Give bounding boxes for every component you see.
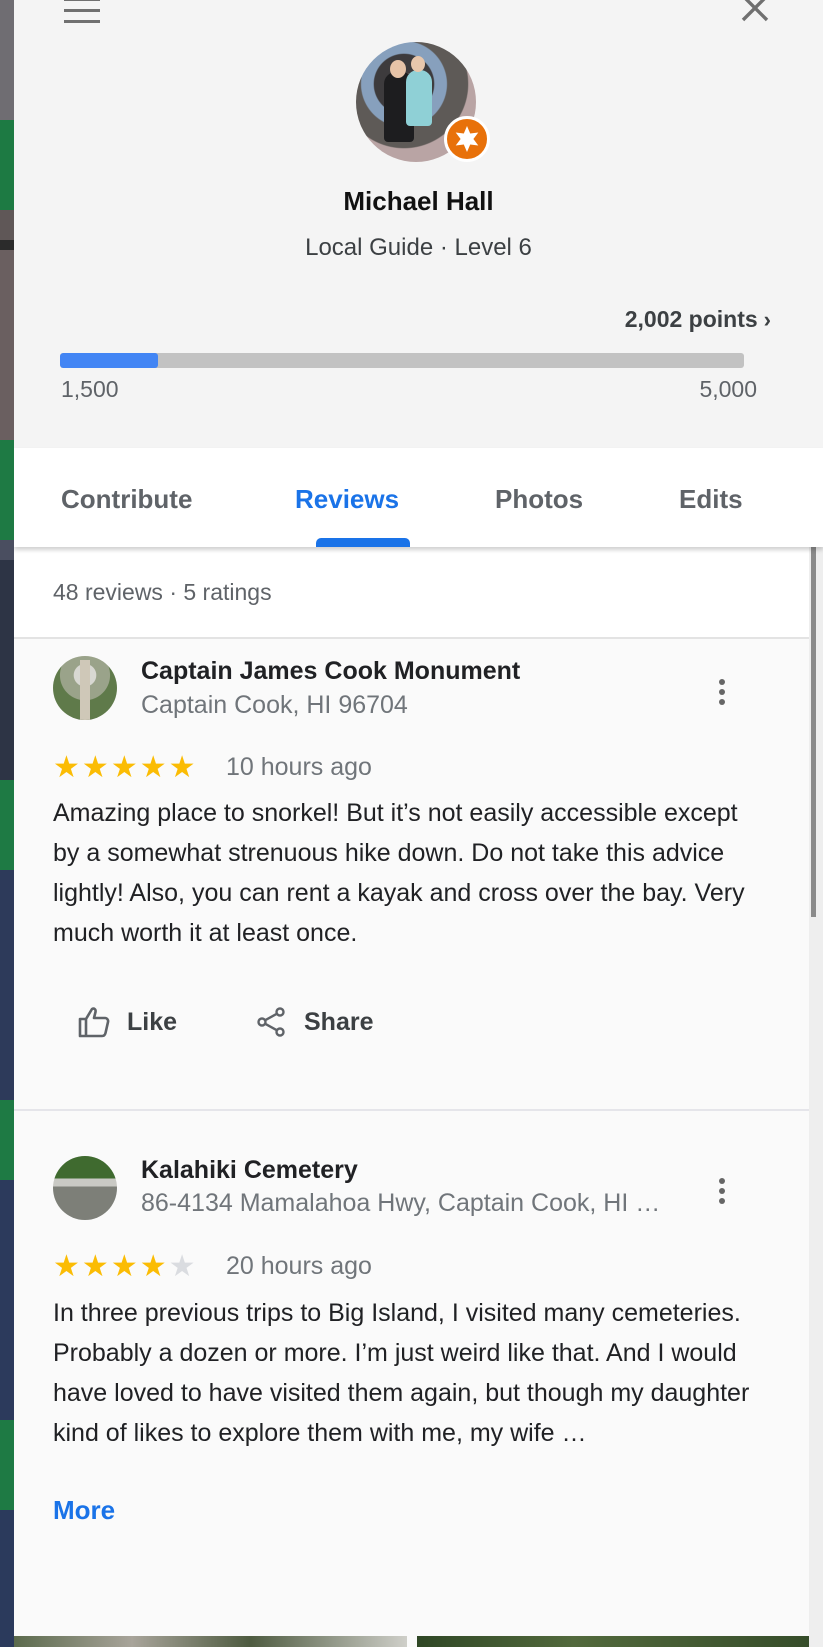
- star-filled-icon: ★: [81, 751, 109, 784]
- close-icon: [741, 0, 769, 22]
- review-item: Captain James Cook Monument Captain Cook…: [14, 641, 809, 1111]
- share-label: Share: [304, 1007, 374, 1036]
- reviews-count: 48 reviews · 5 ratings: [53, 579, 272, 605]
- more-vert-icon: [719, 1178, 725, 1184]
- menu-button[interactable]: [64, 0, 100, 24]
- more-link[interactable]: More: [53, 1495, 115, 1526]
- place-name[interactable]: Kalahiki Cemetery: [141, 1156, 358, 1185]
- tab-edits[interactable]: Edits: [679, 484, 743, 515]
- more-vert-icon: [719, 679, 725, 685]
- tab-photos[interactable]: Photos: [495, 484, 583, 515]
- points-link[interactable]: 2,002 points ›: [625, 306, 771, 333]
- review-time: 10 hours ago: [226, 753, 372, 781]
- review-photo[interactable]: [417, 1636, 809, 1647]
- place-address: 86-4134 Mamalahoa Hwy, Captain Cook, HI …: [141, 1189, 661, 1217]
- review-item: Kalahiki Cemetery 86-4134 Mamalahoa Hwy,…: [14, 1111, 809, 1647]
- profile-tabs: Contribute Reviews Photos Edits: [14, 448, 823, 547]
- progress-max-label: 5,000: [699, 376, 757, 402]
- star-rating: ★ ★ ★ ★ ★: [53, 1252, 196, 1282]
- chevron-right-icon: ›: [763, 307, 771, 332]
- review-photos: [14, 1636, 809, 1647]
- scrollbar[interactable]: [809, 547, 823, 1647]
- local-guide-level: Local Guide · Level 6: [305, 234, 532, 261]
- active-tab-indicator: [316, 538, 410, 547]
- star-filled-icon: ★: [139, 1250, 167, 1283]
- scrollbar-thumb[interactable]: [811, 547, 816, 917]
- points-progress-bar: [60, 353, 744, 368]
- more-options-button[interactable]: [710, 1176, 734, 1212]
- background-map-edge: [0, 0, 14, 1647]
- place-thumbnail[interactable]: [53, 1156, 117, 1220]
- review-photo[interactable]: [14, 1636, 407, 1647]
- more-options-button[interactable]: [710, 677, 734, 713]
- close-button[interactable]: [739, 0, 771, 24]
- place-name[interactable]: Captain James Cook Monument: [141, 657, 520, 686]
- tab-reviews[interactable]: Reviews: [295, 484, 399, 515]
- share-icon: [257, 1007, 285, 1037]
- star-empty-icon: ★: [168, 1250, 196, 1283]
- star-filled-icon: ★: [53, 751, 80, 784]
- profile-panel: Michael Hall Local Guide · Level 6 2,002…: [14, 0, 823, 1647]
- review-time: 20 hours ago: [226, 1252, 372, 1280]
- points-progress-fill: [60, 353, 158, 368]
- hamburger-menu-icon: [64, 0, 100, 1]
- star-filled-icon: ★: [53, 1250, 80, 1283]
- review-text: Amazing place to snorkel! But it’s not e…: [53, 799, 745, 947]
- reviews-list: 48 reviews · 5 ratings Captain James Coo…: [14, 547, 809, 1647]
- star-filled-icon: ★: [81, 1250, 109, 1283]
- reviews-summary: 48 reviews · 5 ratings: [14, 547, 809, 639]
- place-thumbnail[interactable]: [53, 656, 117, 720]
- profile-header: Michael Hall Local Guide · Level 6 2,002…: [14, 0, 823, 448]
- star-filled-icon: ★: [110, 1250, 138, 1283]
- review-text: In three previous trips to Big Island, I…: [53, 1299, 750, 1447]
- progress-min-label: 1,500: [61, 376, 119, 402]
- points-label: 2,002 points: [624, 306, 758, 332]
- profile-name: Michael Hall: [343, 186, 494, 216]
- star-filled-icon: ★: [110, 751, 138, 784]
- place-address: Captain Cook, HI 96704: [141, 691, 408, 719]
- tab-contribute[interactable]: Contribute: [61, 484, 192, 515]
- local-guide-badge: [444, 116, 490, 162]
- like-button[interactable]: Like: [77, 1005, 177, 1039]
- star-filled-icon: ★: [139, 751, 167, 784]
- local-guide-star-icon: [455, 126, 479, 152]
- share-button[interactable]: Share: [254, 1005, 373, 1039]
- star-filled-icon: ★: [168, 751, 196, 784]
- like-label: Like: [127, 1007, 178, 1036]
- thumbs-up-icon: [78, 1007, 110, 1038]
- star-rating: ★ ★ ★ ★ ★: [53, 753, 196, 783]
